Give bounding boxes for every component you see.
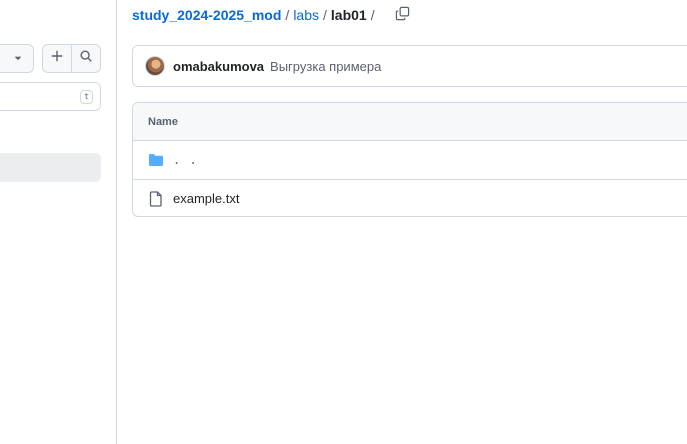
tree-item-selected[interactable] xyxy=(0,153,101,182)
breadcrumb-separator: / xyxy=(323,7,327,23)
commit-message-link[interactable]: Выгрузка примера xyxy=(270,59,381,74)
copy-icon xyxy=(395,6,410,24)
chevron-down-icon xyxy=(13,50,23,68)
breadcrumb-separator: / xyxy=(285,7,290,23)
file-icon xyxy=(148,190,164,207)
branch-selector-button[interactable] xyxy=(0,44,34,73)
column-header-name: Name xyxy=(148,115,178,128)
parent-directory-link[interactable]: . . xyxy=(173,153,198,167)
breadcrumb-folder-link[interactable]: labs xyxy=(293,7,319,23)
avatar[interactable] xyxy=(145,56,165,76)
file-tree-sidebar: t xyxy=(0,0,117,444)
breadcrumb-separator: / xyxy=(370,7,375,23)
keyboard-shortcut-hint: t xyxy=(80,90,93,104)
search-files-button[interactable] xyxy=(71,44,101,73)
table-header: Name xyxy=(133,103,687,141)
table-row-file[interactable]: example.txt xyxy=(133,179,687,216)
add-file-button[interactable] xyxy=(42,44,72,73)
latest-commit-bar: omabakumova Выгрузка примера xyxy=(132,45,687,87)
file-link-example-txt[interactable]: example.txt xyxy=(173,191,239,206)
table-row-parent-directory[interactable]: . . xyxy=(133,141,687,179)
search-icon xyxy=(79,49,93,68)
go-to-file-input[interactable]: t xyxy=(0,82,101,111)
commit-author-link[interactable]: omabakumova xyxy=(173,59,264,74)
breadcrumb: study_2024-2025_mod / labs / lab01 / xyxy=(132,5,413,25)
folder-icon xyxy=(148,152,164,168)
breadcrumb-repo-link[interactable]: study_2024-2025_mod xyxy=(132,7,281,23)
copy-path-button[interactable] xyxy=(393,5,413,25)
plus-icon xyxy=(50,49,64,68)
file-list-table: Name . . example.txt xyxy=(132,102,687,217)
breadcrumb-current: lab01 xyxy=(330,7,367,23)
